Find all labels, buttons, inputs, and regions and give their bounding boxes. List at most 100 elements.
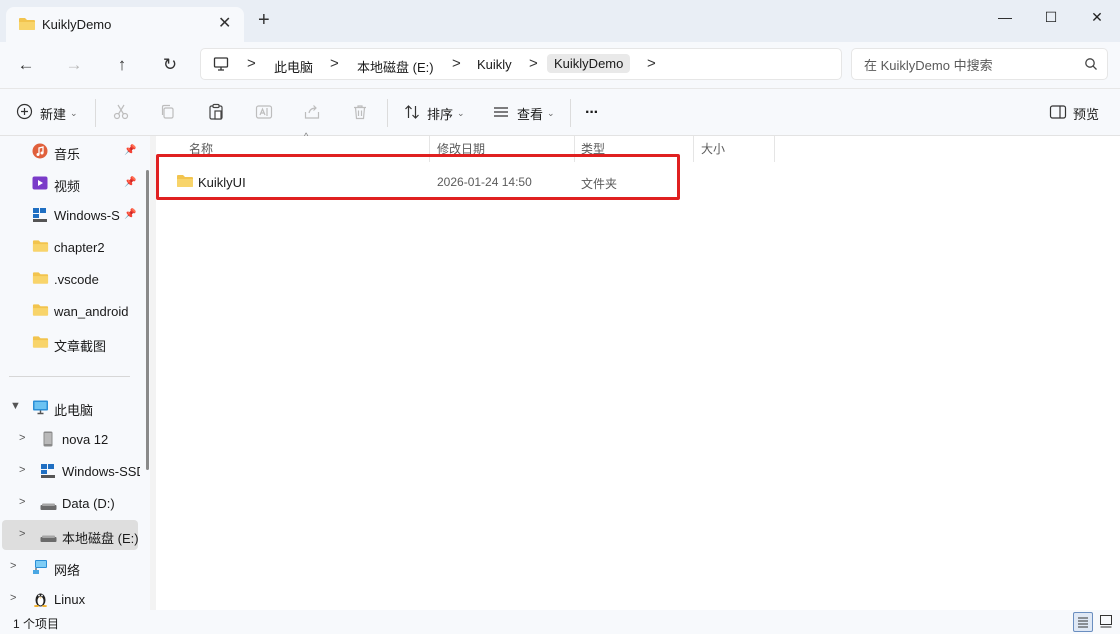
chevron-right-icon[interactable]: > xyxy=(19,496,25,508)
rename-icon xyxy=(255,103,273,124)
breadcrumb-kuikly[interactable]: Kuikly xyxy=(477,57,512,72)
sort-icon xyxy=(403,103,421,124)
chevron-right-icon[interactable]: > xyxy=(19,464,25,476)
breadcrumb-separator[interactable]: > xyxy=(452,55,461,72)
preview-pane-icon xyxy=(1049,103,1067,124)
sidebar-item-label: nova 12 xyxy=(62,432,109,447)
folder-icon xyxy=(32,239,49,256)
scissors-icon xyxy=(112,103,130,124)
sidebar-item-label: 视频 xyxy=(54,179,81,194)
refresh-button[interactable]: ↻ xyxy=(158,53,182,77)
sidebar-item-local-disk-e[interactable]: > 本地磁盘 (E:) xyxy=(2,520,138,550)
maximize-button[interactable]: ☐ xyxy=(1028,4,1074,30)
phone-icon xyxy=(42,431,54,450)
folder-icon xyxy=(32,271,49,288)
sidebar-item-network[interactable]: > 网络 xyxy=(0,552,140,582)
search-input[interactable] xyxy=(864,55,1084,75)
new-tab-button[interactable]: + xyxy=(258,10,270,30)
sidebar-item-label: Windows-SSD xyxy=(54,208,120,223)
video-icon xyxy=(32,175,48,194)
computer-icon xyxy=(32,399,49,418)
sidebar-item-linux[interactable]: > Linux xyxy=(0,584,140,610)
breadcrumb-separator[interactable]: > xyxy=(529,55,538,72)
windows-drive-icon xyxy=(32,207,48,226)
breadcrumb-separator[interactable]: > xyxy=(647,55,656,72)
sidebar-item-windows-ssd[interactable]: Windows-SSD 📌 xyxy=(0,200,140,230)
music-icon xyxy=(32,143,48,162)
pin-icon[interactable]: 📌 xyxy=(124,177,136,188)
column-divider[interactable] xyxy=(693,136,694,162)
pin-icon[interactable]: 📌 xyxy=(124,209,136,220)
breadcrumb-drive-e[interactable]: 本地磁盘 (E:) xyxy=(357,57,434,76)
tab-kuiklydemo[interactable]: KuiklyDemo ✕ xyxy=(6,7,244,42)
cut-button[interactable] xyxy=(112,102,130,124)
sort-button[interactable]: 排序 ⌄ xyxy=(403,102,465,124)
sidebar-item-video[interactable]: 视频 📌 xyxy=(0,168,140,198)
chevron-down-icon[interactable]: ▼ xyxy=(10,400,21,412)
details-view-button[interactable] xyxy=(1073,612,1093,632)
paste-button[interactable] xyxy=(207,102,225,124)
minimize-button[interactable]: — xyxy=(982,4,1028,30)
view-icon xyxy=(492,103,510,124)
copy-icon xyxy=(159,103,177,124)
sidebar-item-label: 网络 xyxy=(54,563,81,578)
tab-title: KuiklyDemo xyxy=(42,17,112,32)
breadcrumb-this-pc[interactable]: 此电脑 xyxy=(274,57,313,76)
navigation-pane: 音乐 📌 视频 📌 Windows-SSD 📌 chapter2 .vscode… xyxy=(0,136,150,610)
tiles-view-button[interactable] xyxy=(1097,612,1117,632)
chevron-right-icon[interactable]: > xyxy=(19,528,25,540)
title-bar: KuiklyDemo ✕ + — ☐ ✕ xyxy=(0,0,1120,42)
close-button[interactable]: ✕ xyxy=(1074,4,1120,30)
tab-close-icon[interactable]: ✕ xyxy=(218,13,231,33)
new-button[interactable]: 新建 ⌄ xyxy=(16,102,78,124)
divider xyxy=(9,376,130,377)
sort-ascending-icon: ^ xyxy=(304,131,309,141)
sidebar-item-label: wan_android xyxy=(54,304,129,319)
sort-label: 排序 xyxy=(427,106,454,122)
drive-icon xyxy=(40,531,57,546)
sidebar-item-screenshots[interactable]: 文章截图 xyxy=(0,328,140,358)
sidebar-item-label: Windows-SSD xyxy=(62,464,140,479)
navigation-bar: ← → ↑ ↻ > 此电脑 > 本地磁盘 (E:) > Kuikly > Kui… xyxy=(0,42,1120,88)
back-button[interactable]: ← xyxy=(14,53,38,77)
breadcrumb-kuiklydemo[interactable]: KuiklyDemo xyxy=(547,54,631,73)
address-bar[interactable]: > 此电脑 > 本地磁盘 (E:) > Kuikly > KuiklyDemo … xyxy=(200,48,842,80)
preview-label: 预览 xyxy=(1073,106,1100,122)
sidebar-item-label: Data (D:) xyxy=(62,496,115,511)
divider xyxy=(387,99,388,127)
share-icon xyxy=(303,103,321,124)
share-button[interactable] xyxy=(303,102,321,124)
view-button[interactable]: 查看 ⌄ xyxy=(492,102,555,124)
chevron-right-icon[interactable]: > xyxy=(19,432,25,444)
column-header-size[interactable]: 大小 xyxy=(701,140,725,162)
search-box[interactable] xyxy=(851,48,1108,80)
copy-button[interactable] xyxy=(159,102,177,124)
sidebar-item-windows-ssd-drive[interactable]: > Windows-SSD xyxy=(0,456,140,486)
sidebar-item-nova-12[interactable]: > nova 12 xyxy=(0,424,140,454)
delete-button[interactable] xyxy=(351,102,369,124)
breadcrumb-separator[interactable]: > xyxy=(247,55,256,72)
sidebar-item-chapter2[interactable]: chapter2 xyxy=(0,232,140,262)
windows-drive-icon xyxy=(40,463,56,482)
sidebar-scrollbar[interactable] xyxy=(146,170,149,470)
pin-icon[interactable]: 📌 xyxy=(124,145,136,156)
chevron-down-icon: ⌄ xyxy=(547,107,555,118)
view-label: 查看 xyxy=(517,106,544,122)
search-icon[interactable] xyxy=(1084,57,1098,74)
folder-icon xyxy=(32,335,49,352)
preview-button[interactable]: 预览 xyxy=(1049,102,1099,124)
sidebar-item-data-d[interactable]: > Data (D:) xyxy=(0,488,140,518)
more-options-button[interactable]: ··· xyxy=(585,102,599,124)
sidebar-item-vscode[interactable]: .vscode xyxy=(0,264,140,294)
sidebar-item-music[interactable]: 音乐 📌 xyxy=(0,136,140,166)
computer-icon xyxy=(213,56,229,75)
chevron-right-icon[interactable]: > xyxy=(10,560,16,572)
rename-button[interactable] xyxy=(255,102,273,124)
column-divider[interactable] xyxy=(774,136,775,162)
breadcrumb-separator[interactable]: > xyxy=(330,55,339,72)
chevron-right-icon[interactable]: > xyxy=(10,592,16,604)
sidebar-item-wan-android[interactable]: wan_android xyxy=(0,296,140,326)
up-button[interactable]: ↑ xyxy=(110,53,134,77)
forward-button[interactable]: → xyxy=(62,53,86,77)
sidebar-item-this-pc[interactable]: ▼ 此电脑 xyxy=(0,392,140,422)
